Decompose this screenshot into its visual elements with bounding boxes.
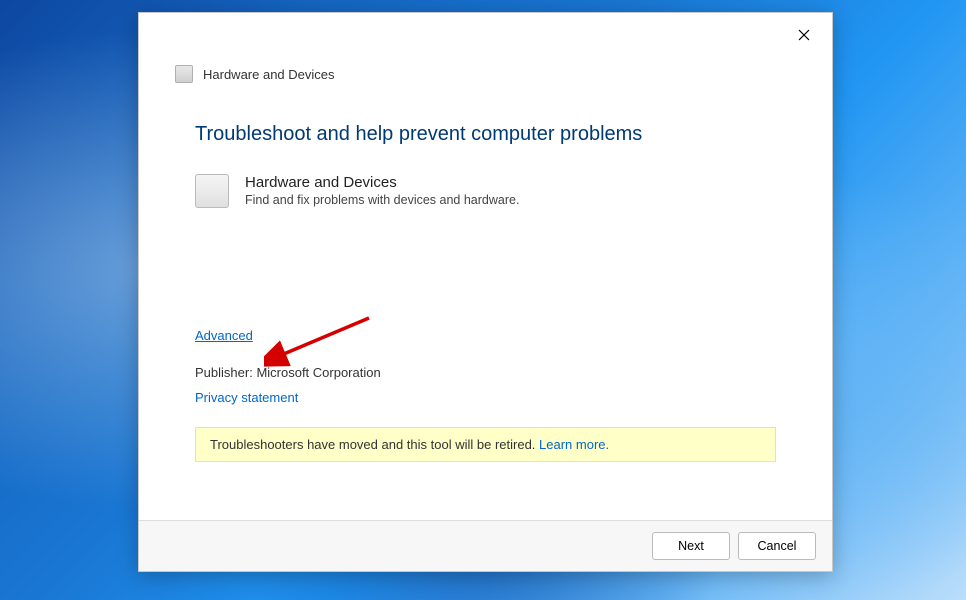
deprecation-banner: Troubleshooters have moved and this tool… bbox=[195, 427, 776, 462]
troubleshooter-item: Hardware and Devices Find and fix proble… bbox=[195, 174, 776, 208]
dialog-content: Troubleshoot and help prevent computer p… bbox=[139, 93, 832, 520]
publisher-value: Microsoft Corporation bbox=[256, 365, 380, 380]
advanced-link[interactable]: Advanced bbox=[195, 328, 253, 343]
privacy-statement-link[interactable]: Privacy statement bbox=[195, 390, 298, 405]
close-icon bbox=[798, 29, 810, 41]
main-heading: Troubleshoot and help prevent computer p… bbox=[195, 123, 776, 146]
banner-text: Troubleshooters have moved and this tool… bbox=[210, 437, 539, 452]
item-text: Hardware and Devices Find and fix proble… bbox=[245, 174, 519, 208]
cancel-button[interactable]: Cancel bbox=[738, 532, 816, 560]
troubleshooter-dialog: Hardware and Devices Troubleshoot and he… bbox=[138, 12, 833, 572]
dialog-header: Hardware and Devices bbox=[139, 57, 832, 93]
item-title: Hardware and Devices bbox=[245, 174, 519, 191]
dialog-title: Hardware and Devices bbox=[203, 67, 335, 82]
close-button[interactable] bbox=[784, 19, 824, 51]
device-icon bbox=[195, 174, 229, 208]
titlebar bbox=[139, 13, 832, 57]
next-button[interactable]: Next bbox=[652, 532, 730, 560]
item-description: Find and fix problems with devices and h… bbox=[245, 193, 519, 207]
dialog-footer: Next Cancel bbox=[139, 520, 832, 571]
learn-more-link[interactable]: Learn more. bbox=[539, 437, 609, 452]
publisher-label: Publisher: bbox=[195, 365, 253, 380]
hardware-icon bbox=[175, 65, 193, 83]
publisher-row: Publisher: Microsoft Corporation bbox=[195, 365, 776, 380]
